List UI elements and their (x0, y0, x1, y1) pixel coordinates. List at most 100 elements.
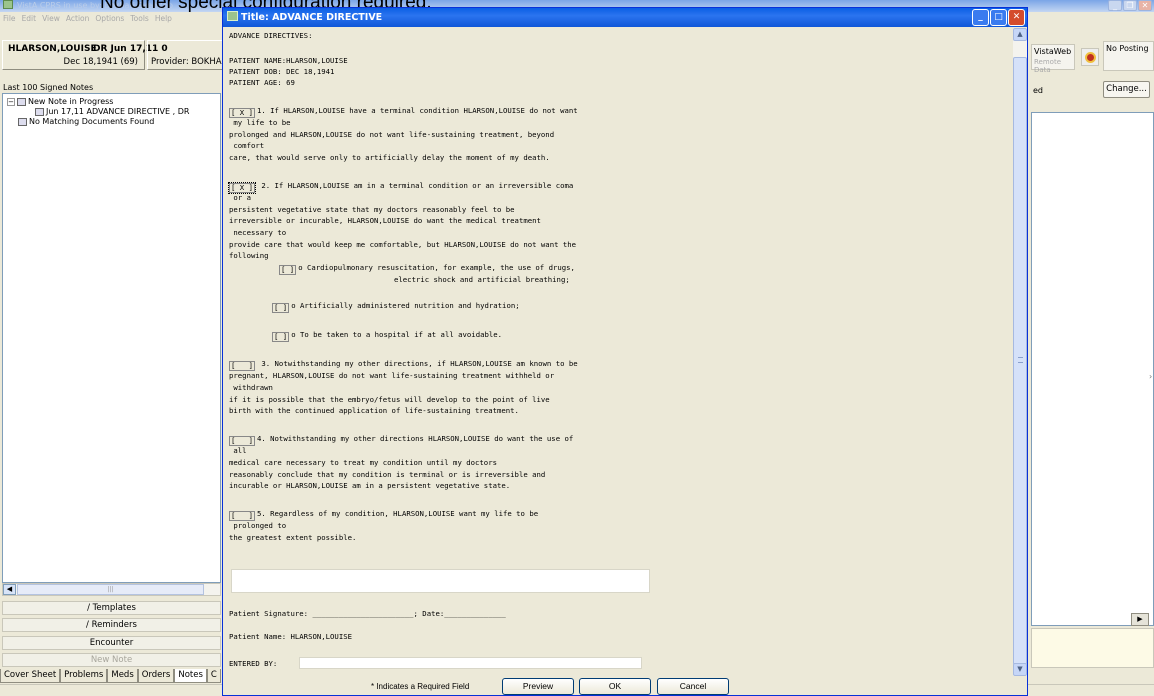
minimize-icon[interactable]: _ (972, 9, 989, 26)
menu-view[interactable]: View (42, 14, 60, 23)
maximize-icon[interactable]: □ (990, 9, 1007, 26)
directive-document: ADVANCE DIRECTIVES: PATIENT NAME:HLARSON… (225, 28, 1012, 676)
notes-tree[interactable]: − New Note in Progress Jun 17,11 ADVANCE… (2, 93, 221, 583)
comment-input[interactable] (231, 569, 650, 593)
tab-problems[interactable]: Problems (60, 669, 108, 683)
item-5-line: prolonged to (229, 521, 287, 530)
hospital-checkbox[interactable]: [ ] (272, 332, 290, 342)
item-5-checkbox[interactable]: [ ] (229, 511, 255, 521)
patient-header: HLARSON,LOUISE DR Jun 17,11 0 Dec 18,194… (2, 40, 227, 70)
entered-by-input[interactable] (299, 657, 642, 669)
provider-button[interactable]: Provider: BOKHAR (147, 40, 228, 70)
directive-item-2: [ X ] 2. If HLARSON,LOUISE am in a termi… (228, 181, 574, 194)
collapse-icon[interactable]: − (7, 97, 15, 106)
item-1-checkbox[interactable]: [ X ] (229, 108, 255, 118)
preview-button[interactable]: Preview (502, 678, 574, 695)
tab-notes[interactable]: Notes (174, 669, 207, 683)
patient-info-button[interactable]: HLARSON,LOUISE DR Jun 17,11 0 Dec 18,194… (2, 40, 168, 70)
dialog-titlebar[interactable]: Title: ADVANCE DIRECTIVE _ □ ✕ (223, 8, 1027, 27)
required-field-note: * Indicates a Required Field (371, 682, 470, 691)
change-button[interactable]: Change... (1103, 81, 1150, 98)
document-vscrollbar[interactable]: ▲ ▼ (1013, 28, 1027, 676)
item-2-line: irreversible or incurable, HLARSON,LOUIS… (229, 216, 541, 225)
scroll-down-icon[interactable]: ▼ (1013, 663, 1027, 676)
new-note-button[interactable]: New Note (2, 653, 221, 667)
patient-name-footer: Patient Name: HLARSON,LOUISE (229, 632, 353, 641)
minimize-icon[interactable]: _ (1108, 0, 1122, 11)
scroll-right-icon[interactable]: ▶ (1131, 613, 1149, 626)
item-5-line: the greatest extent possible. (229, 533, 357, 542)
encounter-pane (1031, 628, 1154, 668)
folder-icon (18, 117, 27, 126)
scroll-up-icon[interactable]: ▲ (1013, 28, 1027, 41)
item-1-line: comfort (229, 141, 265, 150)
item-2-line: necessary to (229, 228, 287, 237)
vista-app-icon (3, 0, 13, 9)
postings-button[interactable]: No Posting (1103, 41, 1154, 71)
advance-directive-dialog: Title: ADVANCE DIRECTIVE _ □ ✕ ADVANCE D… (222, 7, 1028, 696)
tab-more[interactable]: C (206, 669, 221, 683)
menu-edit[interactable]: Edit (22, 14, 37, 23)
item-2-line: provide care that would keep me comforta… (229, 240, 577, 249)
encounter-button[interactable]: Encounter (2, 636, 221, 650)
notes-list-label: Last 100 Signed Notes (3, 83, 94, 92)
item-3-line: if it is possible that the embryo/fetus … (229, 395, 550, 404)
menu-help[interactable]: Help (155, 14, 172, 23)
chevron-icon: › (1149, 372, 1153, 381)
cprs-menubar: File Edit View Action Options Tools Help (0, 12, 222, 24)
tree-node-no-matching[interactable]: No Matching Documents Found (18, 117, 154, 126)
patient-name-line: PATIENT NAME:HLARSON,LOUISE (229, 56, 348, 65)
tab-cover-sheet[interactable]: Cover Sheet (0, 669, 61, 683)
item-2-line: or a (229, 193, 251, 202)
patient-name: HLARSON,LOUISE (8, 44, 97, 54)
item-4-checkbox[interactable]: [ ] (229, 436, 255, 446)
close-icon[interactable]: ✕ (1008, 9, 1025, 26)
sub-option-cpr-line: electric shock and artificial breathing; (394, 275, 570, 284)
tree-node-new-note[interactable]: − New Note in Progress (7, 97, 113, 106)
sub-option-nutrition: [ ] o Artificially administered nutrition… (272, 301, 520, 313)
item-3-line: birth with the continued application of … (229, 406, 519, 415)
tree-node-note-item[interactable]: Jun 17,11 ADVANCE DIRECTIVE , DR (35, 107, 189, 116)
directive-item-4: [ ] 4. Notwithstanding my other direction… (229, 434, 574, 446)
note-text-pane[interactable] (1031, 112, 1154, 626)
item-4-line: medical care necessary to treat my condi… (229, 458, 497, 467)
item-3-line: withdrawn (229, 383, 273, 392)
nutrition-checkbox[interactable]: [ ] (272, 303, 290, 313)
right-toolbar: VistaWeb Remote Data No Posting (1031, 40, 1154, 74)
item-2-checkbox[interactable]: [ X ] (228, 182, 256, 194)
sub-option-cpr: [ ] o Cardiopulmonary resuscitation, for … (279, 263, 575, 275)
scroll-thumb[interactable]: ||| (17, 584, 204, 595)
alarm-clock-icon[interactable] (1081, 48, 1099, 66)
notes-hscrollbar[interactable]: ◀ ||| (2, 583, 221, 596)
vistaweb-button[interactable]: VistaWeb Remote Data (1031, 44, 1075, 74)
tab-orders[interactable]: Orders (137, 669, 175, 683)
close-icon[interactable]: ✕ (1138, 0, 1152, 11)
scroll-left-icon[interactable]: ◀ (3, 584, 16, 595)
item-2-line: persistent vegetative state that my doct… (229, 205, 515, 214)
reminders-button[interactable]: / Reminders (2, 618, 221, 632)
cpr-checkbox[interactable]: [ ] (279, 265, 297, 275)
remote-data-label: Remote Data (1034, 58, 1062, 74)
signature-line: Patient Signature: _____________________… (229, 609, 506, 618)
dialog-title: Title: ADVANCE DIRECTIVE (241, 12, 383, 23)
menu-options[interactable]: Options (95, 14, 124, 23)
directive-item-3: [ ] 3. Notwithstanding my other directio… (229, 359, 578, 371)
directive-item-1: [ X ] 1. If HLARSON,LOUISE have a termina… (229, 106, 578, 118)
item-2-line: following (229, 251, 269, 260)
menu-file[interactable]: File (3, 14, 16, 23)
menu-tools[interactable]: Tools (130, 14, 148, 23)
menu-action[interactable]: Action (66, 14, 90, 23)
item-3-checkbox[interactable]: [ ] (229, 361, 255, 371)
restore-icon[interactable]: ❐ (1123, 0, 1137, 11)
patient-age-line: PATIENT AGE: 69 (229, 78, 295, 87)
item-4-line: all (229, 446, 247, 455)
ok-button[interactable]: OK (579, 678, 651, 695)
item-4-line: reasonably conclude that my condition is… (229, 470, 546, 479)
cancel-button[interactable]: Cancel (657, 678, 729, 695)
sub-option-hospital: [ ] o To be taken to a hospital if at all… (272, 330, 503, 342)
scroll-thumb[interactable] (1013, 57, 1027, 665)
templates-button[interactable]: / Templates (2, 601, 221, 615)
provider-label: Provider: BOKHAR (151, 57, 228, 67)
ed-label: ed (1033, 86, 1043, 95)
tab-meds[interactable]: Meds (107, 669, 138, 683)
